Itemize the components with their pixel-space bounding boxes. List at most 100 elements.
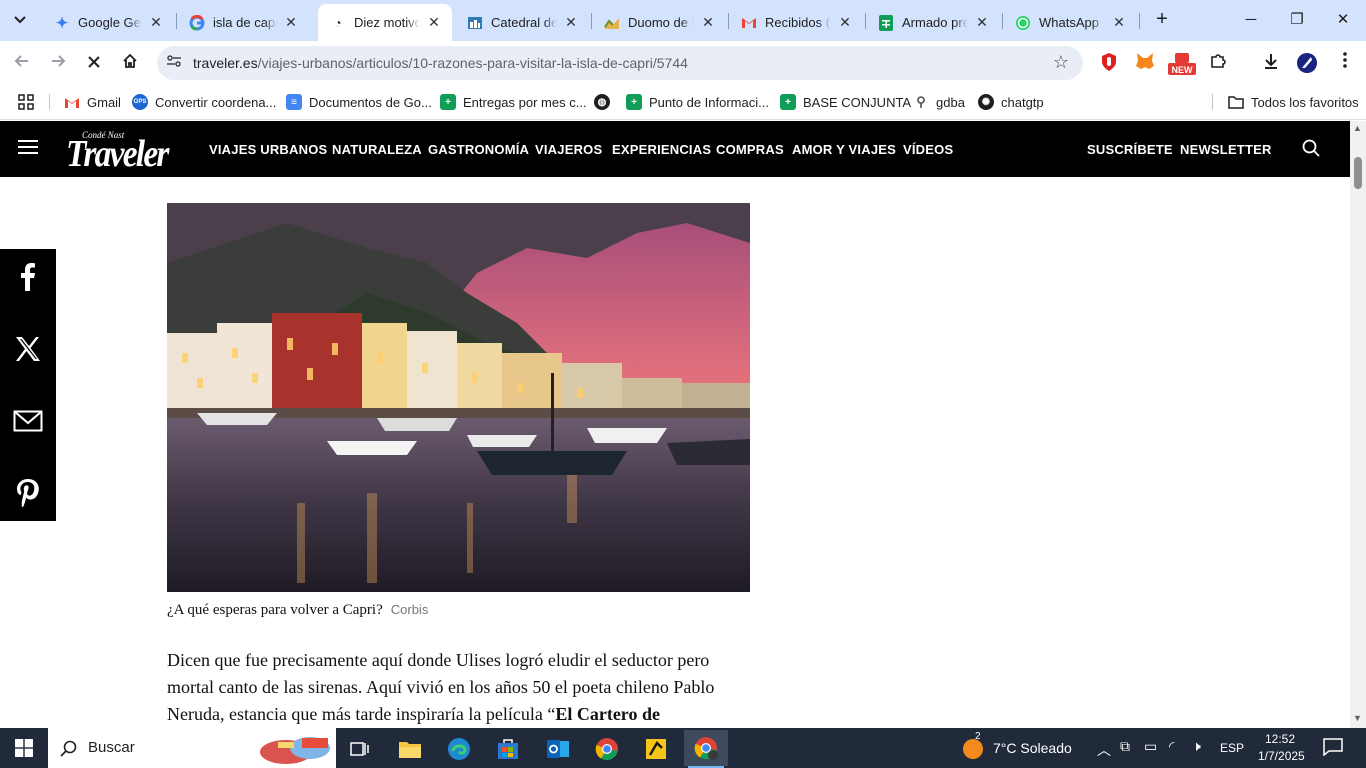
paragraph-bold-link[interactable]: El Cartero de bbox=[555, 704, 660, 724]
site-logo[interactable]: Traveler bbox=[66, 132, 169, 176]
bookmark-convertir-coordenadas[interactable]: GPS Convertir coordena... bbox=[132, 92, 276, 112]
notifications-icon[interactable] bbox=[1323, 738, 1343, 759]
restore-button[interactable]: ❐ bbox=[1274, 6, 1320, 34]
x-share-button[interactable] bbox=[0, 321, 56, 377]
bookmark-gdba[interactable]: ⚲ gdba bbox=[913, 92, 965, 112]
forward-button[interactable] bbox=[44, 49, 72, 77]
tab-separator bbox=[1139, 13, 1140, 29]
site-info-icon[interactable] bbox=[165, 54, 183, 72]
bookmark-label: Todos los favoritos bbox=[1251, 94, 1359, 110]
outlook-button[interactable] bbox=[538, 732, 578, 766]
tab-armado[interactable]: Armado pre ✕ bbox=[866, 4, 1000, 41]
tab-recibidos[interactable]: Recibidos (1 ✕ bbox=[729, 4, 863, 41]
tab-whatsapp[interactable]: WhatsApp ✕ bbox=[1003, 4, 1137, 41]
nav-gastronomia[interactable]: GASTRONOMÍA bbox=[428, 142, 529, 157]
all-bookmarks-folder[interactable]: Todos los favoritos bbox=[1228, 92, 1359, 112]
chrome-button[interactable] bbox=[587, 732, 627, 766]
bookmark-punto-informacion[interactable]: + Punto de Informaci... bbox=[626, 92, 769, 112]
clock-time[interactable]: 12:52 bbox=[1265, 732, 1295, 746]
nav-compras[interactable]: COMPRAS bbox=[716, 142, 784, 157]
close-icon[interactable]: ✕ bbox=[426, 14, 442, 31]
close-icon[interactable]: ✕ bbox=[563, 14, 579, 31]
traveler-icon: ◔ bbox=[334, 15, 342, 30]
apps-grid-icon[interactable] bbox=[18, 92, 34, 112]
facebook-icon bbox=[21, 263, 35, 291]
menu-kebab-icon[interactable] bbox=[1334, 52, 1356, 74]
file-explorer-button[interactable] bbox=[390, 732, 430, 766]
email-share-button[interactable] bbox=[0, 393, 56, 449]
close-icon[interactable]: ✕ bbox=[283, 14, 299, 31]
close-icon[interactable]: ✕ bbox=[700, 14, 716, 31]
nav-experiencias[interactable]: EXPERIENCIAS bbox=[612, 142, 711, 157]
new-extension-icon[interactable]: NEW bbox=[1168, 52, 1196, 75]
sticky-app-button[interactable] bbox=[636, 732, 676, 766]
adblock-extension-icon[interactable] bbox=[1098, 52, 1120, 74]
minimize-button[interactable]: ─ bbox=[1228, 6, 1274, 34]
new-tab-button[interactable]: + bbox=[1150, 8, 1174, 31]
tab-diez-motivos[interactable]: ◔ Diez motivos ✕ bbox=[318, 4, 452, 41]
subscribe-link[interactable]: SUSCRÍBETE bbox=[1087, 142, 1173, 157]
language-indicator[interactable]: ESP bbox=[1220, 741, 1244, 755]
newsletter-link[interactable]: NEWSLETTER bbox=[1180, 142, 1272, 157]
chevron-up-icon[interactable]: ︿ bbox=[1097, 740, 1111, 760]
bookmark-entregas[interactable]: + Entregas por mes c... bbox=[440, 92, 587, 112]
start-button[interactable] bbox=[0, 728, 48, 768]
facebook-share-button[interactable] bbox=[0, 249, 56, 305]
close-icon[interactable]: ✕ bbox=[1111, 14, 1127, 31]
bookmark-chatgtp[interactable]: ✺ chatgtp bbox=[978, 92, 1044, 112]
tab-isla-de-capri[interactable]: isla de capri ✕ bbox=[177, 4, 309, 41]
meet-now-icon[interactable]: ⧉ bbox=[1120, 738, 1130, 755]
tab-title: isla de capri bbox=[213, 15, 277, 30]
profile-avatar[interactable] bbox=[1296, 52, 1318, 74]
close-icon[interactable]: ✕ bbox=[974, 14, 990, 31]
nav-amor-y-viajes[interactable]: AMOR Y VIAJES bbox=[792, 142, 896, 157]
home-icon bbox=[123, 53, 137, 68]
tab-duomo[interactable]: Duomo de F ✕ bbox=[592, 4, 726, 41]
download-icon[interactable] bbox=[1260, 52, 1282, 74]
task-view-button[interactable] bbox=[340, 732, 380, 766]
page-scrollbar[interactable]: ▲ ▼ bbox=[1350, 121, 1366, 728]
back-button[interactable] bbox=[8, 49, 36, 77]
tab-search-button[interactable] bbox=[6, 7, 34, 33]
sheets-icon: + bbox=[780, 94, 796, 110]
stop-loading-button[interactable] bbox=[80, 49, 108, 77]
pinterest-share-button[interactable] bbox=[0, 465, 56, 521]
chrome-profile-button-active[interactable] bbox=[684, 730, 728, 768]
nav-videos[interactable]: VÍDEOS bbox=[903, 142, 953, 157]
scroll-up-icon[interactable]: ▲ bbox=[1353, 123, 1362, 133]
bookmark-gmail[interactable]: Gmail bbox=[64, 92, 121, 112]
nav-viajes-urbanos[interactable]: VIAJES URBANOS bbox=[209, 142, 327, 157]
location-pin-icon: ⚲ bbox=[916, 94, 926, 109]
metamask-extension-icon[interactable] bbox=[1134, 52, 1156, 74]
home-button[interactable] bbox=[116, 49, 144, 77]
bookmark-base-conjunta[interactable]: + BASE CONJUNTA bbox=[780, 92, 911, 112]
close-window-button[interactable]: ✕ bbox=[1320, 6, 1366, 34]
clock-date[interactable]: 1/7/2025 bbox=[1258, 749, 1305, 763]
nav-viajeros[interactable]: VIAJEROS bbox=[535, 142, 602, 157]
volume-muted-icon[interactable]: 🕨 bbox=[1192, 738, 1201, 755]
close-icon[interactable]: ✕ bbox=[837, 14, 853, 31]
battery-icon[interactable]: ▭ bbox=[1144, 738, 1157, 755]
store-icon bbox=[498, 739, 518, 759]
scroll-down-icon[interactable]: ▼ bbox=[1353, 713, 1362, 723]
close-icon[interactable]: ✕ bbox=[148, 14, 164, 31]
url-path: /viajes-urbanos/articulos/10-razones-par… bbox=[257, 55, 688, 71]
wifi-icon[interactable]: ◜ bbox=[1169, 738, 1174, 755]
address-bar[interactable]: traveler.es/viajes-urbanos/articulos/10-… bbox=[157, 46, 1083, 80]
tab-catedral[interactable]: Catedral de ✕ bbox=[455, 4, 589, 41]
search-icon[interactable] bbox=[1302, 139, 1320, 157]
edge-button[interactable] bbox=[439, 732, 479, 766]
bookmark-label: BASE CONJUNTA bbox=[803, 94, 912, 110]
scrollbar-thumb[interactable] bbox=[1354, 157, 1362, 189]
store-button[interactable] bbox=[488, 732, 528, 766]
article-hero-image bbox=[167, 203, 750, 592]
tab-gemini[interactable]: ✦ Google Gem ✕ bbox=[42, 4, 174, 41]
bookmark-star-icon[interactable]: ☆ bbox=[1053, 52, 1069, 73]
url-domain: traveler.es bbox=[193, 55, 258, 71]
bookmark-documentos[interactable]: ≡ Documentos de Go... bbox=[286, 92, 432, 112]
extensions-puzzle-icon[interactable] bbox=[1207, 52, 1229, 74]
bookmark-globe[interactable]: ◍ bbox=[594, 92, 617, 112]
nav-naturaleza[interactable]: NATURALEZA bbox=[332, 142, 422, 157]
taskbar-search-box[interactable]: Buscar bbox=[48, 728, 336, 768]
hamburger-menu-icon[interactable] bbox=[18, 140, 38, 158]
